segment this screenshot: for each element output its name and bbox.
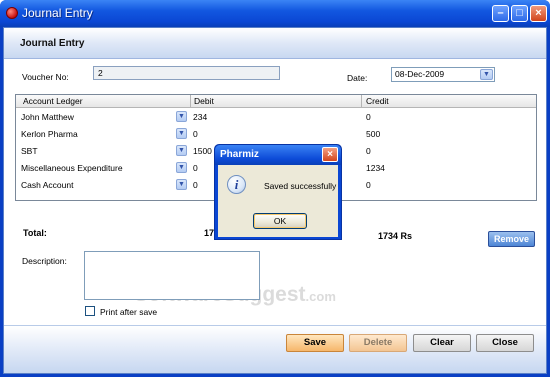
column-divider[interactable] — [190, 95, 191, 108]
clear-button[interactable]: Clear — [413, 334, 471, 352]
credit-cell[interactable]: 500 — [366, 129, 380, 139]
app-icon — [6, 7, 18, 19]
column-header-account-ledger[interactable]: Account Ledger — [23, 96, 83, 106]
grid-header: Account Ledger Debit Credit — [16, 95, 536, 108]
credit-cell[interactable]: 1234 — [366, 163, 385, 173]
close-icon[interactable]: × — [322, 147, 338, 162]
voucher-label: Voucher No: — [22, 72, 69, 82]
save-button[interactable]: Save — [286, 334, 344, 352]
ledger-cell[interactable]: SBT — [21, 146, 38, 156]
column-header-credit[interactable]: Credit — [366, 96, 389, 106]
dialog-message: Saved successfully — [264, 181, 337, 191]
ledger-cell[interactable]: Miscellaneous Expenditure — [21, 163, 123, 173]
total-label: Total: — [23, 228, 47, 238]
date-label: Date: — [347, 73, 368, 83]
column-header-debit[interactable]: Debit — [194, 96, 214, 106]
ledger-cell[interactable]: John Matthew — [21, 112, 74, 122]
column-divider[interactable] — [361, 95, 362, 108]
form-title: Journal Entry — [20, 38, 85, 49]
debit-cell[interactable]: 0 — [193, 163, 198, 173]
minimize-icon[interactable]: – — [492, 5, 509, 22]
debit-cell[interactable]: 0 — [193, 180, 198, 190]
chevron-down-icon[interactable]: ▼ — [176, 162, 187, 173]
debit-cell[interactable]: 234 — [193, 112, 207, 122]
close-button[interactable]: Close — [476, 334, 534, 352]
ok-button[interactable]: OK — [253, 213, 307, 229]
journal-entry-window: Journal Entry – □ × Journal Entry Vouche… — [0, 0, 550, 377]
total-credit-value: 1734 Rs — [378, 231, 413, 241]
table-row[interactable]: Kerlon Pharma ▼ 0 500 — [16, 126, 536, 143]
ledger-cell[interactable]: Cash Account — [21, 180, 73, 190]
chevron-down-icon[interactable]: ▼ — [176, 179, 187, 190]
remove-button[interactable]: Remove — [488, 231, 535, 247]
chevron-down-icon[interactable]: ▼ — [480, 69, 493, 80]
date-picker[interactable]: 08-Dec-2009 ▼ — [391, 67, 495, 82]
close-icon[interactable]: × — [530, 5, 547, 22]
table-row[interactable]: John Matthew ▼ 234 0 — [16, 109, 536, 126]
print-after-save-label[interactable]: Print after save — [100, 307, 157, 317]
info-icon: i — [227, 175, 246, 194]
message-dialog: Pharmiz × i Saved successfully OK — [214, 144, 342, 240]
dialog-body: i Saved successfully OK — [218, 165, 338, 237]
window-title: Journal Entry — [22, 6, 93, 20]
watermark-suffix: .com — [305, 289, 336, 304]
description-textarea[interactable] — [84, 251, 260, 300]
chevron-down-icon[interactable]: ▼ — [176, 111, 187, 122]
voucher-number-value: 2 — [98, 68, 103, 78]
credit-cell[interactable]: 0 — [366, 146, 371, 156]
chevron-down-icon[interactable]: ▼ — [176, 128, 187, 139]
dialog-title: Pharmiz — [220, 149, 259, 160]
delete-button[interactable]: Delete — [349, 334, 407, 352]
date-value: 08-Dec-2009 — [395, 69, 445, 79]
title-bar[interactable]: Journal Entry – □ × — [0, 0, 550, 27]
debit-cell[interactable]: 1500 — [193, 146, 212, 156]
maximize-icon[interactable]: □ — [511, 5, 528, 22]
debit-cell[interactable]: 0 — [193, 129, 198, 139]
total-debit-value: 17 — [204, 228, 215, 238]
chevron-down-icon[interactable]: ▼ — [176, 145, 187, 156]
credit-cell[interactable]: 0 — [366, 180, 371, 190]
print-after-save-checkbox[interactable] — [85, 306, 95, 316]
form-header: Journal Entry — [4, 28, 546, 59]
dialog-title-bar[interactable]: Pharmiz × — [215, 145, 341, 165]
voucher-number-field[interactable]: 2 — [93, 66, 280, 80]
ledger-cell[interactable]: Kerlon Pharma — [21, 129, 78, 139]
description-label: Description: — [22, 256, 67, 266]
credit-cell[interactable]: 0 — [366, 112, 371, 122]
